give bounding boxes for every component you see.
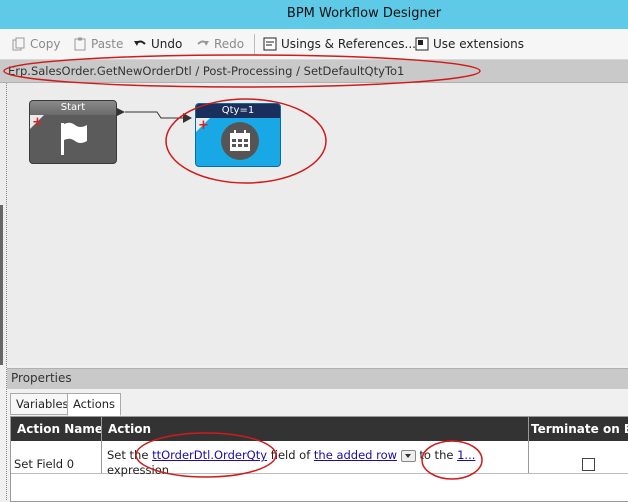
column-header-terminate[interactable]: Terminate on Err — [529, 417, 628, 441]
add-icon[interactable]: + — [32, 116, 43, 129]
action-name-cell: Set Field 0 — [14, 457, 75, 471]
copy-button[interactable]: Copy — [12, 35, 60, 53]
action-description-cell: Set the ttOrderDtl.OrderQty field of the… — [107, 448, 522, 478]
paste-button[interactable]: Paste — [73, 35, 123, 53]
usings-label: Usings & References... — [281, 37, 416, 51]
action-text: to the — [415, 448, 458, 462]
row-link[interactable]: the added row — [314, 448, 397, 462]
column-divider — [101, 417, 102, 473]
column-divider — [528, 417, 529, 473]
flag-icon — [61, 122, 87, 155]
title-bar: BPM Workflow Designer — [0, 0, 628, 29]
workflow-connector — [117, 108, 192, 123]
action-text: Set the — [107, 448, 153, 462]
start-node-label: Start — [30, 101, 116, 115]
copy-label: Copy — [30, 37, 61, 51]
redo-icon — [196, 37, 210, 51]
properties-title: Properties — [11, 371, 72, 385]
tab-actions[interactable]: Actions — [67, 393, 122, 416]
start-node[interactable]: Start + — [29, 100, 117, 164]
extensions-label: Use extensions — [433, 37, 524, 51]
properties-tabs: Variables Actions — [7, 389, 628, 416]
copy-icon — [12, 37, 26, 51]
field-link[interactable]: ttOrderDtl.OrderQty — [152, 448, 267, 462]
toolbar-separator — [254, 34, 255, 54]
column-header-action-name[interactable]: Action Name — [11, 417, 107, 441]
usings-references-button[interactable]: Usings & References... — [263, 35, 416, 53]
undo-label: Undo — [151, 37, 183, 51]
extensions-icon — [415, 37, 429, 51]
calendar-icon-background — [221, 122, 259, 160]
undo-icon — [133, 37, 147, 51]
add-icon[interactable]: + — [198, 119, 209, 132]
actions-table: Action Name Action Terminate on Err Set … — [10, 416, 628, 502]
expression-link[interactable]: 1... — [457, 448, 475, 462]
redo-label: Redo — [214, 37, 245, 51]
calendar-icon — [230, 130, 250, 151]
paste-icon — [73, 37, 87, 51]
row-dropdown-button[interactable] — [400, 449, 416, 462]
breadcrumb: Erp.SalesOrder.GetNewOrderDtl / Post-Pro… — [0, 60, 628, 83]
use-extensions-button[interactable]: Use extensions — [415, 35, 524, 53]
action-text: field of — [267, 448, 314, 462]
redo-button[interactable]: Redo — [196, 35, 244, 53]
left-divider — [6, 83, 7, 500]
terminate-on-error-checkbox[interactable] — [582, 458, 595, 471]
left-scrollbar[interactable] — [0, 205, 3, 365]
window-title: BPM Workflow Designer — [286, 6, 442, 21]
undo-button[interactable]: Undo — [133, 35, 182, 53]
paste-label: Paste — [91, 37, 124, 51]
column-header-action[interactable]: Action — [102, 417, 528, 441]
set-field-node[interactable]: Qty=1 + — [195, 103, 281, 167]
action-text: expression — [107, 463, 170, 477]
tab-variables[interactable]: Variables — [10, 393, 75, 415]
breadcrumb-path: Erp.SalesOrder.GetNewOrderDtl / Post-Pro… — [8, 64, 405, 78]
set-field-node-label: Qty=1 — [196, 104, 280, 118]
references-icon — [263, 37, 277, 51]
properties-header: Properties — [7, 368, 628, 389]
toolbar: Copy Paste Undo Redo Usings & References… — [0, 29, 628, 60]
